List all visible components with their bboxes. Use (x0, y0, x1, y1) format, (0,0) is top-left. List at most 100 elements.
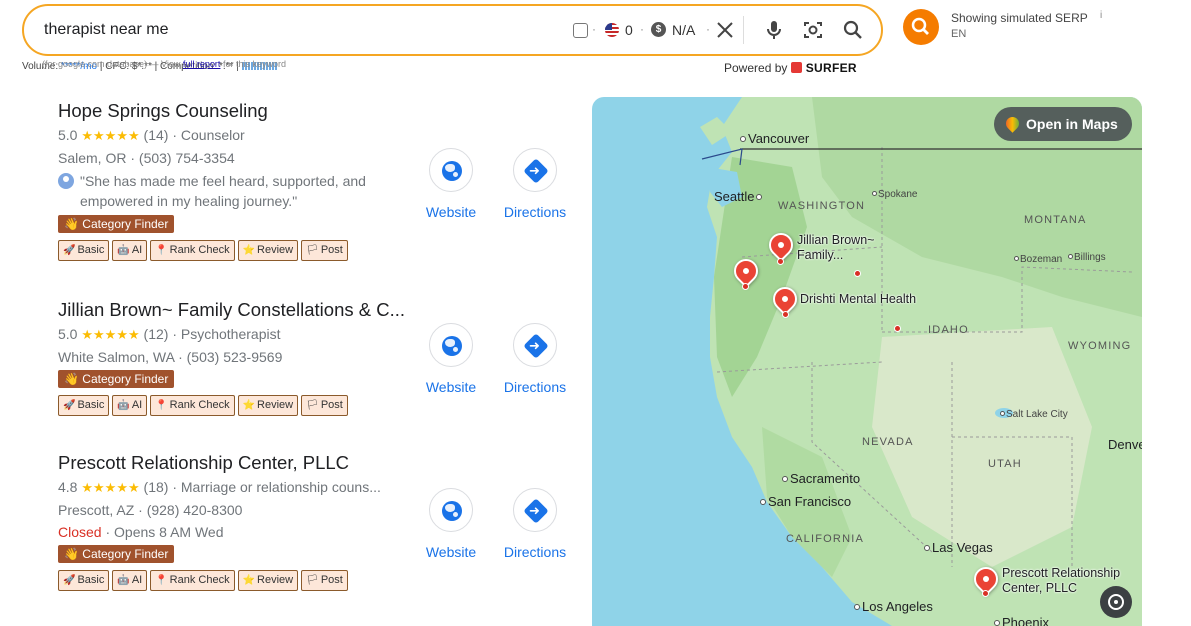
local-result[interactable]: Hope Springs Counseling 5.0 ★★★★★ (14) ·… (58, 100, 398, 261)
review-button[interactable]: ⭐ Review (237, 395, 299, 416)
rating-value: 4.8 (58, 479, 78, 495)
category-finder-label: Category Finder (82, 372, 169, 386)
flag-icon: 🏳 (306, 245, 319, 256)
map-state-label: UTAH (988, 458, 1022, 470)
map-city-label: Sacramento (782, 471, 860, 486)
powered-by: Powered by SURFER (724, 61, 857, 75)
map-state-label: WASHINGTON (778, 200, 866, 212)
rocket-icon: 🚀 (63, 575, 76, 586)
tool-bar: 🚀 Basic 🤖 AI 📍 Rank Check ⭐ Review 🏳 Post (58, 570, 398, 591)
map-city-label: Los Angeles (854, 599, 933, 614)
separator-dot: · (592, 22, 596, 36)
category-finder-button[interactable]: 👋 Category Finder (58, 545, 175, 563)
category-finder-button[interactable]: 👋 Category Finder (58, 215, 175, 233)
clear-icon[interactable] (713, 18, 737, 42)
my-location-button[interactable] (1100, 586, 1132, 618)
rank-check-button[interactable]: 📍 Rank Check (150, 240, 235, 261)
result-title[interactable]: Prescott Relationship Center, PLLC (58, 452, 398, 474)
result-title[interactable]: Jillian Brown~ Family Constellations & C… (58, 299, 405, 321)
rating-line: 4.8 ★★★★★ (18) · Marriage or relationshi… (58, 478, 398, 497)
map-dot[interactable] (854, 270, 861, 277)
flag-icon: 🏳 (306, 400, 319, 411)
map-dot[interactable] (742, 283, 749, 290)
basic-button[interactable]: 🚀 Basic (58, 570, 110, 591)
map-state-label: CALIFORNIA (786, 533, 865, 545)
hours-line: Closed · Opens 8 AM Wed (58, 523, 398, 541)
maps-pin-icon (1003, 114, 1022, 133)
result-title[interactable]: Hope Springs Counseling (58, 100, 398, 122)
info-icon[interactable]: i (1100, 10, 1102, 21)
basic-button[interactable]: 🚀 Basic (58, 240, 110, 261)
metrics-overlay: (for google.com database) — View (42, 59, 183, 69)
ai-icon: 🤖 (117, 245, 130, 256)
rocket-icon: 🚀 (63, 245, 76, 256)
rank-check-button[interactable]: 📍 Rank Check (150, 395, 235, 416)
hand-icon: 👋 (64, 372, 79, 386)
basic-button[interactable]: 🚀 Basic (58, 395, 110, 416)
surfer-logo-icon (791, 62, 803, 73)
surfer-brand: SURFER (805, 61, 857, 75)
cpc-value: N/A (672, 22, 696, 38)
map-city-label: Phoenix (994, 615, 1049, 626)
map-state-label: IDAHO (928, 324, 969, 336)
map-city-label: Las Vegas (924, 540, 993, 555)
local-result[interactable]: Jillian Brown~ Family Constellations & C… (58, 299, 405, 416)
star-icon: ⭐ (242, 245, 256, 256)
open-in-maps-button[interactable]: Open in Maps (994, 107, 1132, 141)
microphone-icon[interactable] (762, 18, 786, 42)
location-line: White Salmon, WA · (503) 523-9569 (58, 349, 283, 365)
local-result[interactable]: Prescott Relationship Center, PLLC 4.8 ★… (58, 452, 398, 591)
pin-icon: 📍 (155, 245, 168, 256)
directions-button[interactable]: ➜ Directions (495, 488, 575, 560)
opening-hours: · Opens 8 AM Wed (101, 524, 224, 540)
search-icon[interactable] (841, 18, 865, 42)
map-city-label: Vancouver (740, 131, 809, 146)
full-report-link[interactable]: full report (183, 59, 221, 69)
review-count: (14) (143, 127, 169, 143)
map-state-label: NEVADA (862, 436, 914, 448)
metrics-overlay-suffix: for this keyword (220, 59, 286, 69)
map-panel[interactable]: Open in Maps Vancouver Seattle Spokane B… (592, 97, 1142, 626)
ai-button[interactable]: 🤖 AI (112, 570, 148, 591)
review-button[interactable]: ⭐ Review (237, 240, 299, 261)
rating-value: 5.0 (58, 326, 78, 342)
website-button[interactable]: Website (411, 323, 491, 395)
map-dot[interactable] (782, 311, 789, 318)
directions-button[interactable]: ➜ Directions (495, 148, 575, 220)
serp-search-button[interactable] (903, 9, 939, 45)
directions-button[interactable]: ➜ Directions (495, 323, 575, 395)
post-button[interactable]: 🏳 Post (301, 240, 348, 261)
map-dot[interactable] (777, 258, 784, 265)
business-category: · Counselor (172, 127, 245, 143)
post-button[interactable]: 🏳 Post (301, 395, 348, 416)
map-terrain (700, 97, 1142, 626)
powered-by-label: Powered by (724, 61, 788, 75)
ai-button[interactable]: 🤖 AI (112, 395, 148, 416)
search-bar[interactable]: therapist near me · 0 · $ N/A · (22, 4, 883, 56)
review-count: (12) (143, 326, 169, 342)
select-checkbox[interactable] (573, 23, 588, 38)
ai-button[interactable]: 🤖 AI (112, 240, 148, 261)
category-finder-button[interactable]: 👋 Category Finder (58, 370, 175, 388)
ai-icon: 🤖 (117, 575, 130, 586)
star-rating: ★★★★★ (81, 327, 140, 342)
map-dot[interactable] (982, 590, 989, 597)
review-button[interactable]: ⭐ Review (237, 570, 299, 591)
search-input[interactable]: therapist near me (44, 21, 169, 39)
review-text: "She has made me feel heard, supported, … (80, 173, 366, 209)
map-pin-label: Drishti Mental Health (800, 292, 917, 306)
business-category: · Psychotherapist (172, 326, 281, 342)
map-city-label: Spokane (872, 189, 917, 200)
dollar-icon: $ (651, 22, 666, 37)
keyword-metrics: Volume: *****/mo | CPC: $*.** | Competit… (22, 59, 286, 72)
website-button[interactable]: Website (411, 148, 491, 220)
rank-check-button[interactable]: 📍 Rank Check (150, 570, 235, 591)
map-state-label: WYOMING (1068, 340, 1132, 352)
ai-icon: 🤖 (117, 400, 130, 411)
map-dot[interactable] (894, 325, 901, 332)
location-line: Prescott, AZ · (928) 420-8300 (58, 502, 243, 518)
lens-camera-icon[interactable] (801, 18, 825, 42)
review-snippet: "She has made me feel heard, supported, … (58, 171, 398, 211)
post-button[interactable]: 🏳 Post (301, 570, 348, 591)
website-button[interactable]: Website (411, 488, 491, 560)
